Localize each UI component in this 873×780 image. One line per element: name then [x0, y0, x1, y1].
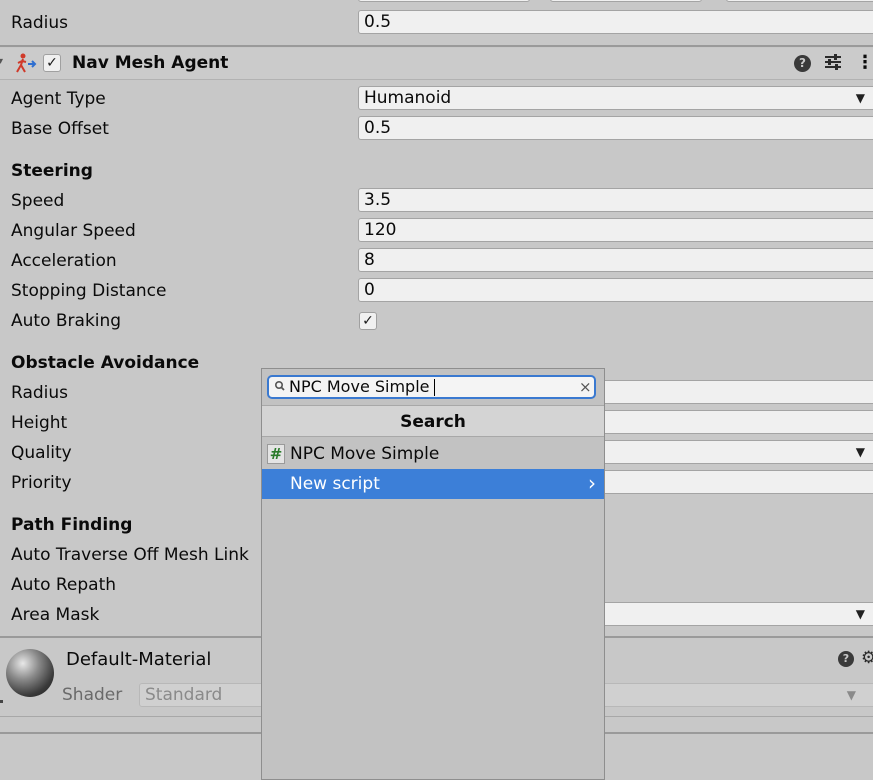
search-input-value: NPC Move Simple: [289, 377, 430, 396]
shader-label: Shader: [62, 685, 123, 705]
radius-label: Radius: [11, 383, 69, 403]
steering-header: Steering: [11, 161, 93, 181]
angular-speed-field[interactable]: 120: [358, 218, 873, 242]
new-script-item[interactable]: New script ›: [262, 469, 604, 499]
agent-type-value: Humanoid: [364, 88, 452, 108]
material-help-icon[interactable]: ?: [838, 651, 854, 667]
path-finding-header: Path Finding: [11, 515, 133, 535]
stopping-distance-field[interactable]: 0: [358, 278, 873, 302]
agent-type-label: Agent Type: [11, 89, 106, 109]
result-item-label: NPC Move Simple: [290, 444, 440, 464]
quality-label: Quality: [11, 443, 72, 463]
obstacle-avoidance-header: Obstacle Avoidance: [11, 353, 200, 373]
base-offset-field[interactable]: 0.5: [358, 116, 873, 140]
material-settings-icon[interactable]: ⚙: [861, 648, 873, 668]
height-label: Height: [11, 413, 68, 433]
popup-header: Search: [262, 405, 604, 437]
nav-mesh-agent-enabled-checkbox[interactable]: ✓: [43, 54, 61, 72]
add-component-popup: NPC Move Simple × Search # NPC Move Simp…: [261, 368, 605, 780]
clear-search-icon[interactable]: ×: [579, 377, 592, 397]
dropdown-arrow-icon: ▼: [855, 445, 865, 459]
base-offset-label: Base Offset: [11, 119, 109, 139]
auto-traverse-label: Auto Traverse Off Mesh Link: [11, 545, 249, 565]
auto-braking-checkbox[interactable]: ✓: [359, 312, 377, 330]
search-input[interactable]: NPC Move Simple ×: [267, 375, 596, 399]
help-icon[interactable]: ?: [794, 55, 811, 72]
priority-label: Priority: [11, 473, 72, 493]
material-name: Default-Material: [66, 649, 212, 670]
dropdown-arrow-icon: ▼: [855, 91, 865, 105]
speed-field[interactable]: 3.5: [358, 188, 873, 212]
component-separator: [0, 45, 873, 47]
dot-marker: [0, 700, 3, 703]
component-menu-icon[interactable]: ⋮: [856, 52, 873, 73]
result-item-npc-move-simple[interactable]: # NPC Move Simple: [262, 439, 604, 469]
dropdown-arrow-icon: ▼: [846, 688, 856, 702]
nav-mesh-agent-icon: [14, 52, 38, 74]
nav-mesh-agent-title: Nav Mesh Agent: [72, 53, 229, 73]
acceleration-field[interactable]: 8: [358, 248, 873, 272]
search-icon: [274, 379, 285, 396]
prev-component-fields-top: [358, 0, 873, 2]
script-icon: #: [267, 444, 285, 464]
acceleration-label: Acceleration: [11, 251, 117, 271]
agent-type-dropdown[interactable]: Humanoid ▼: [358, 86, 873, 110]
shader-value: Standard: [145, 685, 223, 705]
stopping-distance-label: Stopping Distance: [11, 281, 167, 301]
radius-field-top[interactable]: 0.5: [358, 10, 873, 34]
auto-braking-label: Auto Braking: [11, 311, 122, 331]
angular-speed-label: Angular Speed: [11, 221, 136, 241]
dropdown-arrow-icon: ▼: [855, 607, 865, 621]
auto-repath-label: Auto Repath: [11, 575, 117, 595]
text-cursor: [434, 379, 435, 396]
material-sphere-icon[interactable]: [6, 649, 54, 697]
presets-icon[interactable]: [823, 52, 843, 72]
foldout-arrow-icon[interactable]: ▾: [0, 56, 3, 67]
speed-label: Speed: [11, 191, 65, 211]
new-script-label: New script: [290, 474, 380, 494]
area-mask-label: Area Mask: [11, 605, 100, 625]
chevron-right-icon: ›: [588, 471, 596, 495]
radius-label-top: Radius: [11, 13, 69, 33]
